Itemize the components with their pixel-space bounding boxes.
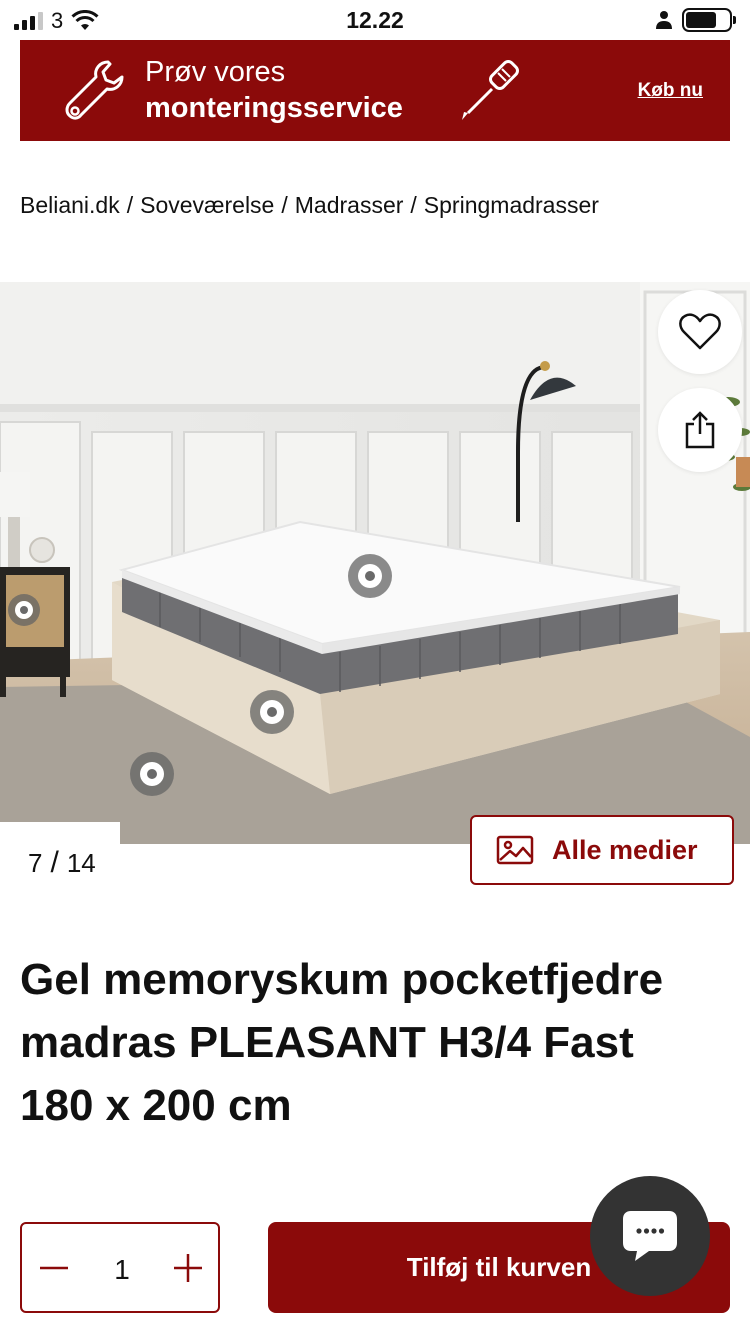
wishlist-button[interactable] — [658, 290, 742, 374]
add-to-cart-label: Tilføj til kurven — [406, 1252, 592, 1282]
share-button[interactable] — [658, 388, 742, 472]
minus-icon[interactable] — [32, 1246, 76, 1290]
quantity-stepper[interactable]: 1 — [20, 1222, 220, 1313]
all-media-button[interactable]: Alle medier — [470, 815, 734, 885]
wrench-icon — [65, 60, 124, 120]
image-counter: 7/14 — [28, 846, 96, 880]
share-icon — [685, 411, 715, 449]
breadcrumb-separator: / — [126, 192, 134, 218]
hotspot-nightstand[interactable] — [8, 594, 40, 626]
hotspot-bed-frame[interactable] — [250, 690, 294, 734]
status-bar: 3 12.22 — [0, 0, 750, 40]
all-media-label: Alle medier — [552, 834, 698, 865]
image-icon — [496, 835, 534, 865]
assembly-service-banner[interactable]: Prøv vores monteringsservice Køb nu — [20, 40, 730, 141]
battery-icon — [682, 8, 736, 32]
breadcrumb: Beliani.dk / Soveværelse / Madrasser / Springm… — [20, 192, 599, 219]
chat-button[interactable] — [590, 1176, 710, 1296]
quantity-value[interactable]: 1 — [92, 1254, 152, 1286]
product-title: Gel memoryskum pocketfjedre madras PLEAS… — [20, 955, 664, 1130]
counter-total: 14 — [66, 848, 96, 878]
buy-now-link[interactable]: Køb nu — [638, 80, 703, 102]
heart-icon — [679, 313, 721, 350]
banner-line2: monteringsservice — [145, 92, 403, 124]
banner-line1: Prøv vores — [145, 56, 286, 88]
breadcrumb-item-bedroom[interactable]: Soveværelse — [140, 192, 274, 218]
plus-icon[interactable] — [166, 1246, 210, 1290]
person-icon — [656, 11, 672, 29]
status-right — [656, 8, 736, 32]
hotspot-rug[interactable] — [130, 752, 174, 796]
breadcrumb-item-home[interactable]: Beliani.dk — [20, 192, 120, 218]
status-time: 12.22 — [346, 7, 404, 33]
product-image-gallery[interactable] — [0, 282, 750, 844]
counter-current: 7 — [28, 848, 43, 878]
breadcrumb-item-spring-mattresses[interactable]: Springmadrasser — [424, 192, 599, 218]
breadcrumb-item-mattresses[interactable]: Madrasser — [295, 192, 404, 218]
breadcrumb-separator: / — [410, 192, 417, 218]
chat-icon — [623, 1211, 677, 1261]
breadcrumb-separator: / — [281, 192, 288, 218]
screwdriver-icon — [462, 60, 519, 120]
counter-separator: / — [50, 846, 59, 879]
hotspot-mattress[interactable] — [348, 554, 392, 598]
